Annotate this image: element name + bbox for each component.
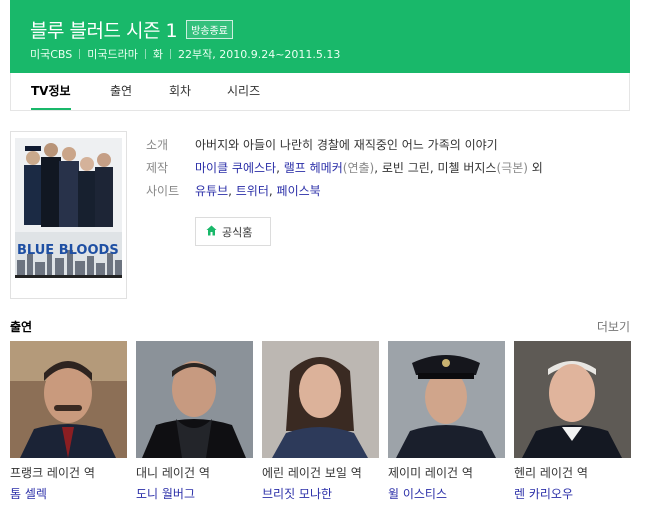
- cast-card[interactable]: 에린 레이건 보일 역 브리짓 모나한: [262, 341, 379, 502]
- tab-tv-info[interactable]: TV정보: [31, 73, 71, 110]
- svg-text:BLUE BLOODS: BLUE BLOODS: [17, 243, 119, 258]
- meta-divider: [144, 49, 146, 59]
- cast-photo[interactable]: [262, 341, 379, 458]
- status-badge: 방송종료: [186, 20, 233, 39]
- tab-episodes[interactable]: 회차: [169, 73, 191, 110]
- cast-role: 헨리 레이건 역: [514, 466, 588, 480]
- site-link-facebook[interactable]: 페이스북: [277, 184, 321, 198]
- cast-card[interactable]: 제이미 레이건 역 윌 이스티스: [388, 341, 505, 502]
- meta-airday: 화: [152, 48, 163, 61]
- program-header: 블루 블러드 시즌 1 방송종료 미국CBS 미국드라마 화 22부작, 201…: [10, 0, 630, 73]
- cast-section-title: 출연: [10, 320, 33, 334]
- production-role: (연출): [342, 161, 375, 175]
- cast-photo[interactable]: [388, 341, 505, 458]
- production-link-director-2[interactable]: 랠프 헤메커: [284, 161, 343, 175]
- cast-name-link[interactable]: 톰 셀렉: [10, 485, 127, 502]
- more-link[interactable]: 더보기: [597, 318, 630, 335]
- sites-list: 유튜브, 트위터, 페이스북: [195, 184, 321, 198]
- cast-card[interactable]: 대니 레이건 역 도니 월버그: [136, 341, 253, 502]
- production-value: 마이클 쿠에스타, 랠프 헤메커(연출), 로빈 그린, 미첼 버지스(극본) …: [195, 160, 543, 176]
- production-role: (극본): [496, 161, 528, 175]
- cast-name-link[interactable]: 브리짓 모나한: [262, 485, 379, 502]
- home-icon: [206, 225, 217, 239]
- synopsis-label: 소개: [146, 138, 169, 152]
- program-meta: 미국CBS 미국드라마 화 22부작, 2010.9.24~2011.5.13: [30, 46, 340, 62]
- tab-series[interactable]: 시리즈: [227, 73, 260, 110]
- cast-card[interactable]: 프랭크 레이건 역 톰 셀렉: [10, 341, 127, 502]
- cast-role: 프랭크 레이건 역: [10, 466, 95, 480]
- cast-photo[interactable]: [10, 341, 127, 458]
- site-link-twitter[interactable]: 트위터: [236, 184, 269, 198]
- sites-label: 사이트: [146, 184, 180, 198]
- cast-card[interactable]: 헨리 레이건 역 렌 카리오우: [514, 341, 631, 502]
- tab-bar: TV정보 출연 회차 시리즈: [10, 73, 630, 111]
- cast-role: 제이미 레이건 역: [388, 466, 473, 480]
- meta-divider: [79, 49, 81, 59]
- cast-name-link[interactable]: 윌 이스티스: [388, 485, 505, 502]
- cast-role: 대니 레이건 역: [136, 466, 210, 480]
- meta-divider: [170, 49, 171, 59]
- meta-genre: 미국드라마: [87, 48, 138, 61]
- program-title[interactable]: 블루 블러드 시즌 1: [30, 16, 178, 43]
- production-writers: , 로빈 그린, 미첼 버지스: [374, 161, 497, 175]
- production-link-director[interactable]: 마이클 쿠에스타: [195, 161, 276, 175]
- cast-role: 에린 레이건 보일 역: [262, 466, 362, 480]
- poster-art: BLUE BLOODS: [11, 132, 126, 298]
- cast-photo[interactable]: [514, 341, 631, 458]
- cast-name-link[interactable]: 렌 카리오우: [514, 485, 631, 502]
- synopsis-text: 아버지와 아들이 나란히 경찰에 재직중인 어느 가족의 이야기: [195, 138, 498, 152]
- site-link-youtube[interactable]: 유튜브: [195, 184, 228, 198]
- official-homepage-label: 공식홈: [222, 225, 253, 239]
- production-label: 제작: [146, 161, 169, 175]
- cast-photo[interactable]: [136, 341, 253, 458]
- poster-image[interactable]: BLUE BLOODS: [10, 131, 127, 299]
- production-separator: ,: [276, 161, 284, 175]
- meta-network: 미국CBS: [30, 48, 73, 61]
- cast-name-link[interactable]: 도니 월버그: [136, 485, 253, 502]
- meta-episodes-dates: 22부작, 2010.9.24~2011.5.13: [178, 48, 341, 61]
- production-etc: 외: [527, 161, 543, 175]
- tab-cast[interactable]: 출연: [110, 73, 132, 110]
- official-homepage-button[interactable]: 공식홈: [195, 217, 271, 246]
